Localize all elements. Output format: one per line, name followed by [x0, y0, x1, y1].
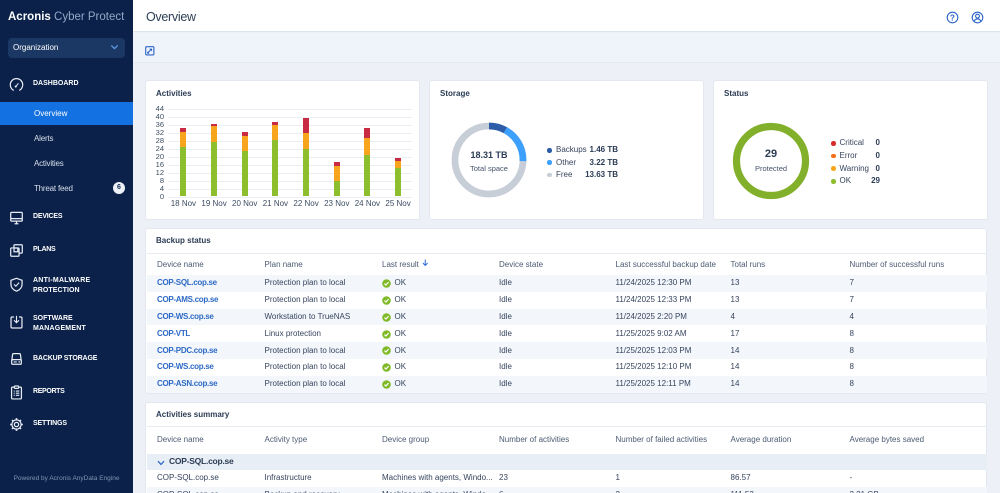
svg-text:?: ? [950, 13, 955, 22]
